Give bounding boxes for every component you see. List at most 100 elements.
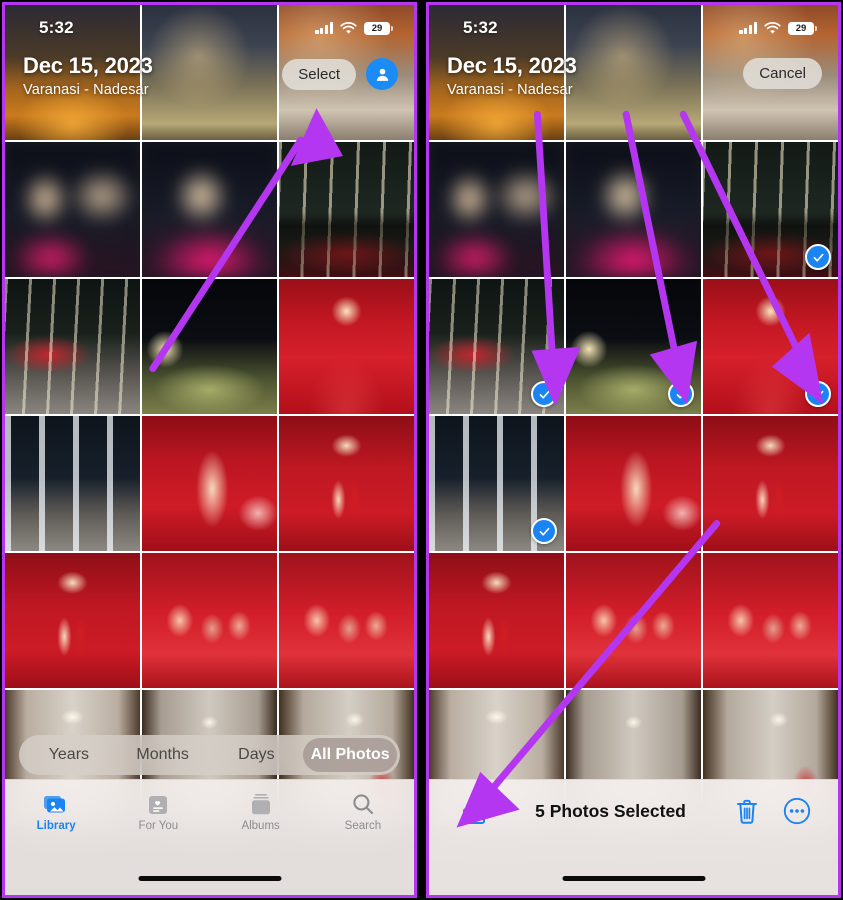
- for-you-card-icon: [147, 790, 169, 816]
- tab-albums[interactable]: Albums: [210, 790, 312, 832]
- photo-thumbnail[interactable]: [279, 279, 414, 414]
- header-subtitle: Varanasi - Nadesar: [23, 81, 149, 98]
- header-titles: Dec 15, 2023 Varanasi - Nadesar: [447, 53, 577, 98]
- tab-for-you-label: For You: [138, 820, 179, 832]
- albums-icon: [249, 790, 273, 816]
- tab-library[interactable]: Library: [5, 790, 107, 832]
- photo-thumbnail-image: [429, 142, 564, 277]
- avatar[interactable]: [366, 58, 398, 90]
- photo-thumbnail[interactable]: [429, 279, 564, 414]
- photo-thumbnail[interactable]: [5, 553, 140, 688]
- selected-checkmark[interactable]: [805, 244, 831, 270]
- cancel-button[interactable]: Cancel: [743, 58, 822, 89]
- photo-thumbnail-image: [142, 142, 277, 277]
- photo-thumbnail[interactable]: [566, 142, 701, 277]
- wifi-icon: [764, 21, 781, 34]
- photo-thumbnail[interactable]: [703, 279, 838, 414]
- photo-thumbnail-image: [5, 416, 140, 551]
- photo-thumbnail[interactable]: [703, 416, 838, 551]
- photo-thumbnail-image: [142, 416, 277, 551]
- tab-list: Library For You Albums Search: [5, 780, 414, 832]
- selected-checkmark[interactable]: [805, 381, 831, 407]
- photo-thumbnail[interactable]: [142, 553, 277, 688]
- photo-thumbnail-image: [279, 416, 414, 551]
- photo-thumbnail-image: [5, 279, 140, 414]
- photo-stack-icon: [43, 790, 69, 816]
- status-indicators: 29: [315, 21, 393, 35]
- checkmark-glyph: [813, 390, 823, 399]
- more-circle-icon[interactable]: [780, 794, 814, 828]
- photo-thumbnail[interactable]: [566, 553, 701, 688]
- photo-thumbnail-image: [279, 142, 414, 277]
- photo-thumbnail[interactable]: [142, 416, 277, 551]
- photo-thumbnail-image: [566, 416, 701, 551]
- photo-thumbnail[interactable]: [429, 416, 564, 551]
- photo-thumbnail-image: [703, 416, 838, 551]
- photo-thumbnail[interactable]: [279, 553, 414, 688]
- selection-toolbar: 5 Photos Selected: [429, 779, 838, 895]
- photos-selection-screen: 5:32 29 Dec 15, 2023 Varanasi - Nadesar: [429, 5, 838, 895]
- tab-library-label: Library: [36, 820, 76, 832]
- photo-thumbnail-image: [279, 553, 414, 688]
- photo-thumbnail[interactable]: [429, 142, 564, 277]
- photo-thumbnail-image: [142, 279, 277, 414]
- trash-icon[interactable]: [730, 794, 764, 828]
- photo-thumbnail[interactable]: [142, 279, 277, 414]
- page-title: Dec 15, 2023: [447, 53, 577, 78]
- signal-bars-icon: [739, 22, 757, 34]
- photo-thumbnail[interactable]: [703, 553, 838, 688]
- header-actions: Select: [282, 58, 398, 90]
- share-icon[interactable]: [457, 794, 491, 828]
- photo-thumbnail[interactable]: [566, 416, 701, 551]
- photo-thumbnail-image: [703, 553, 838, 688]
- status-clock: 5:32: [39, 18, 74, 37]
- timeline-segmented-control[interactable]: Years Months Days All Photos: [19, 735, 400, 775]
- checkmark-glyph: [539, 390, 549, 399]
- tab-search[interactable]: Search: [312, 790, 414, 832]
- photo-thumbnail-image: [566, 142, 701, 277]
- home-indicator: [138, 876, 281, 881]
- photo-thumbnail[interactable]: [703, 142, 838, 277]
- photo-thumbnail[interactable]: [5, 279, 140, 414]
- status-indicators: 29: [739, 21, 817, 35]
- status-bar-left: 5:32 29: [5, 5, 414, 51]
- library-header-right: Dec 15, 2023 Varanasi - Nadesar Cancel: [429, 51, 838, 123]
- header-actions: Cancel: [743, 58, 822, 89]
- segment-years[interactable]: Years: [22, 738, 116, 772]
- tab-search-label: Search: [344, 820, 382, 832]
- battery-indicator: 29: [364, 21, 393, 35]
- checkmark-glyph: [539, 527, 549, 536]
- phone-panel-browse: 5:32 29 Dec 15, 2023 Varanasi - Nadesar: [2, 2, 417, 898]
- status-bar-right: 5:32 29: [429, 5, 838, 51]
- segment-months[interactable]: Months: [116, 738, 210, 772]
- photo-thumbnail-image: [429, 553, 564, 688]
- tab-albums-label: Albums: [241, 820, 280, 832]
- wifi-icon: [340, 21, 357, 34]
- selected-checkmark[interactable]: [531, 518, 557, 544]
- photo-thumbnail[interactable]: [279, 142, 414, 277]
- select-button[interactable]: Select: [282, 58, 356, 90]
- status-clock: 5:32: [463, 18, 498, 37]
- photo-thumbnail[interactable]: [566, 279, 701, 414]
- photo-thumbnail[interactable]: [429, 553, 564, 688]
- signal-bars-icon: [315, 22, 333, 34]
- photo-thumbnail-image: [5, 142, 140, 277]
- header-titles: Dec 15, 2023 Varanasi - Nadesar: [23, 53, 153, 98]
- selection-count: 5 Photos Selected: [535, 801, 686, 821]
- photo-thumbnail-image: [279, 279, 414, 414]
- photo-thumbnail[interactable]: [279, 416, 414, 551]
- segment-all-photos[interactable]: All Photos: [303, 738, 397, 772]
- photos-library-screen: 5:32 29 Dec 15, 2023 Varanasi - Nadesar: [5, 5, 414, 895]
- library-header-left: Dec 15, 2023 Varanasi - Nadesar Select: [5, 51, 414, 123]
- photo-thumbnail[interactable]: [142, 142, 277, 277]
- photo-thumbnail[interactable]: [5, 416, 140, 551]
- page-title: Dec 15, 2023: [23, 53, 153, 78]
- photo-thumbnail[interactable]: [5, 142, 140, 277]
- person-icon: [376, 68, 388, 81]
- battery-indicator: 29: [788, 21, 817, 35]
- tab-for-you[interactable]: For You: [107, 790, 209, 832]
- selected-checkmark[interactable]: [531, 381, 557, 407]
- photo-thumbnail-image: [566, 553, 701, 688]
- selected-checkmark[interactable]: [668, 381, 694, 407]
- segment-days[interactable]: Days: [210, 738, 304, 772]
